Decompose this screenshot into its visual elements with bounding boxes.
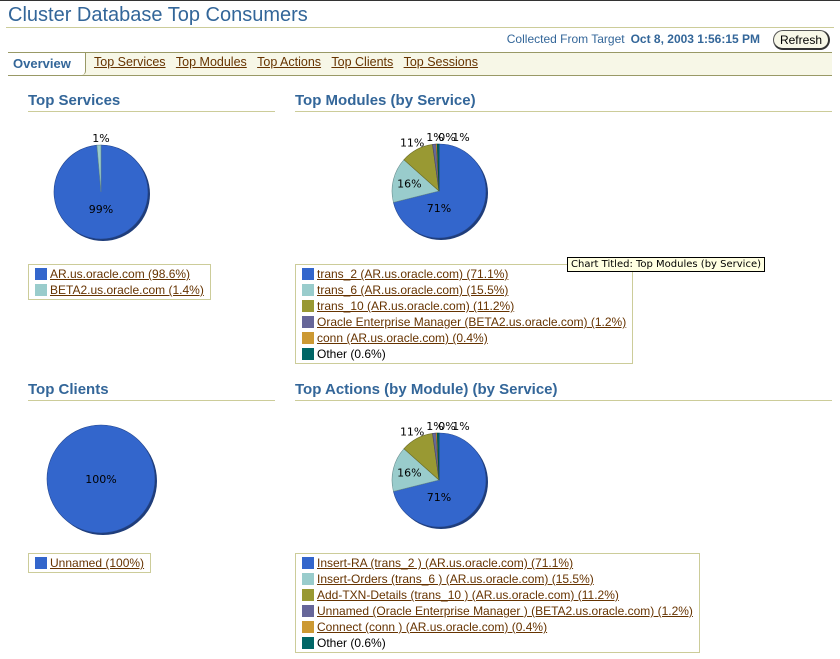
legend-item[interactable]: Connect (conn ) (AR.us.oracle.com) (0.4%… [302,619,693,635]
legend-top-services: AR.us.oracle.com (98.6%) BETA2.us.oracle.… [28,264,211,300]
legend-label: Other (0.6%) [317,347,386,361]
legend-link[interactable]: Unnamed (100%) [50,556,144,570]
legend-item: Other (0.6%) [302,635,693,651]
legend-item[interactable]: trans_6 (AR.us.oracle.com) (15.5%) [302,282,626,298]
legend-item[interactable]: Add-TXN-Details (trans_10 ) (AR.us.oracl… [302,587,693,603]
legend-top-clients: Unnamed (100%) [28,553,152,573]
refresh-button[interactable]: Refresh [772,30,830,50]
chart-top-modules[interactable]: 71%16%11% 1%0%1% [380,126,520,256]
legend-item[interactable]: trans_10 (AR.us.oracle.com) (11.2%) [302,298,626,314]
legend-swatch-icon [302,621,314,633]
legend-link[interactable]: Connect (conn ) (AR.us.oracle.com) (0.4%… [317,620,547,634]
pie-label: 16% [397,467,421,480]
chart-top-clients[interactable]: 100% [40,411,180,551]
pie-label: 11% [400,136,424,149]
pie-label: 16% [397,178,421,191]
legend-link[interactable]: conn (AR.us.oracle.com) (0.4%) [317,331,488,345]
legend-link[interactable]: AR.us.oracle.com (98.6%) [50,267,190,281]
legend-link[interactable]: BETA2.us.oracle.com (1.4%) [50,283,204,297]
pie-label: 99% [89,203,113,216]
pie-label: 1% [92,132,109,145]
tab-overview[interactable]: Overview [8,52,86,75]
legend-top-actions: Insert-RA (trans_2 ) (AR.us.oracle.com) … [295,553,700,653]
legend-link[interactable]: Add-TXN-Details (trans_10 ) (AR.us.oracl… [317,588,619,602]
section-divider [295,111,832,112]
section-title-top-actions: Top Actions (by Module) (by Service) [295,381,558,398]
legend-swatch-icon [302,348,314,360]
legend-swatch-icon [302,573,314,585]
legend-swatch-icon [35,557,47,569]
section-title-top-clients: Top Clients [28,381,109,398]
pie-label: 11% [400,425,424,438]
legend-item[interactable]: Oracle Enterprise Manager (BETA2.us.orac… [302,314,626,330]
section-divider [28,400,275,401]
section-title-top-services: Top Services [28,92,121,109]
legend-swatch-icon [35,284,47,296]
legend-swatch-icon [302,332,314,344]
chart-top-actions[interactable]: 71%16%11% 1%0%1% [380,415,520,545]
page-title: Cluster Database Top Consumers [8,4,308,26]
section-divider [295,400,832,401]
chart-tooltip: Chart Titled: Top Modules (by Service) [567,257,765,272]
tab-top-clients[interactable]: Top Clients [331,55,393,69]
legend-item[interactable]: AR.us.oracle.com (98.6%) [35,266,204,282]
tab-bar: Overview Top Services Top Modules Top Ac… [8,52,832,76]
legend-link[interactable]: Insert-RA (trans_2 ) (AR.us.oracle.com) … [317,556,573,570]
legend-top-modules: trans_2 (AR.us.oracle.com) (71.1%) trans_… [295,264,634,364]
tab-top-services[interactable]: Top Services [94,55,166,69]
legend-swatch-icon [302,284,314,296]
collected-timestamp: Oct 8, 2003 1:56:15 PM [630,32,760,46]
tab-top-modules[interactable]: Top Modules [176,55,247,69]
tab-top-actions[interactable]: Top Actions [257,55,321,69]
pie-label: 100% [85,473,116,486]
collected-info: Collected From Target Oct 8, 2003 1:56:15… [507,32,760,46]
legend-link[interactable]: Oracle Enterprise Manager (BETA2.us.orac… [317,315,626,329]
legend-link[interactable]: trans_2 (AR.us.oracle.com) (71.1%) [317,267,508,281]
legend-link[interactable]: Insert-Orders (trans_6 ) (AR.us.oracle.c… [317,572,594,586]
legend-swatch-icon [302,605,314,617]
legend-swatch-icon [302,316,314,328]
pie-label: 1% [452,420,469,433]
legend-swatch-icon [302,557,314,569]
chart-top-services[interactable]: 99% 1% [40,126,180,256]
legend-item[interactable]: Unnamed (Oracle Enterprise Manager ) (BE… [302,603,693,619]
legend-link[interactable]: trans_6 (AR.us.oracle.com) (15.5%) [317,283,508,297]
legend-swatch-icon [302,589,314,601]
tab-top-sessions[interactable]: Top Sessions [404,55,478,69]
legend-item[interactable]: BETA2.us.oracle.com (1.4%) [35,282,204,298]
legend-swatch-icon [302,300,314,312]
pie-label: 71% [427,491,451,504]
legend-link[interactable]: Unnamed (Oracle Enterprise Manager ) (BE… [317,604,693,618]
legend-swatch-icon [35,268,47,280]
collected-label: Collected From Target [506,32,625,46]
legend-item[interactable]: Unnamed (100%) [35,555,144,571]
legend-link[interactable]: trans_10 (AR.us.oracle.com) (11.2%) [317,299,514,313]
tab-links: Top Services Top Modules Top Actions Top… [94,55,485,69]
pie-label: 71% [427,202,451,215]
legend-item[interactable]: Insert-RA (trans_2 ) (AR.us.oracle.com) … [302,555,693,571]
legend-item: Other (0.6%) [302,346,626,362]
legend-item[interactable]: Insert-Orders (trans_6 ) (AR.us.oracle.c… [302,571,693,587]
legend-item[interactable]: conn (AR.us.oracle.com) (0.4%) [302,330,626,346]
section-title-top-modules: Top Modules (by Service) [295,92,476,109]
section-divider [28,111,275,112]
pie-label: 1% [452,131,469,144]
legend-label: Other (0.6%) [317,636,386,650]
legend-swatch-icon [302,268,314,280]
legend-swatch-icon [302,637,314,649]
title-divider [6,27,834,28]
